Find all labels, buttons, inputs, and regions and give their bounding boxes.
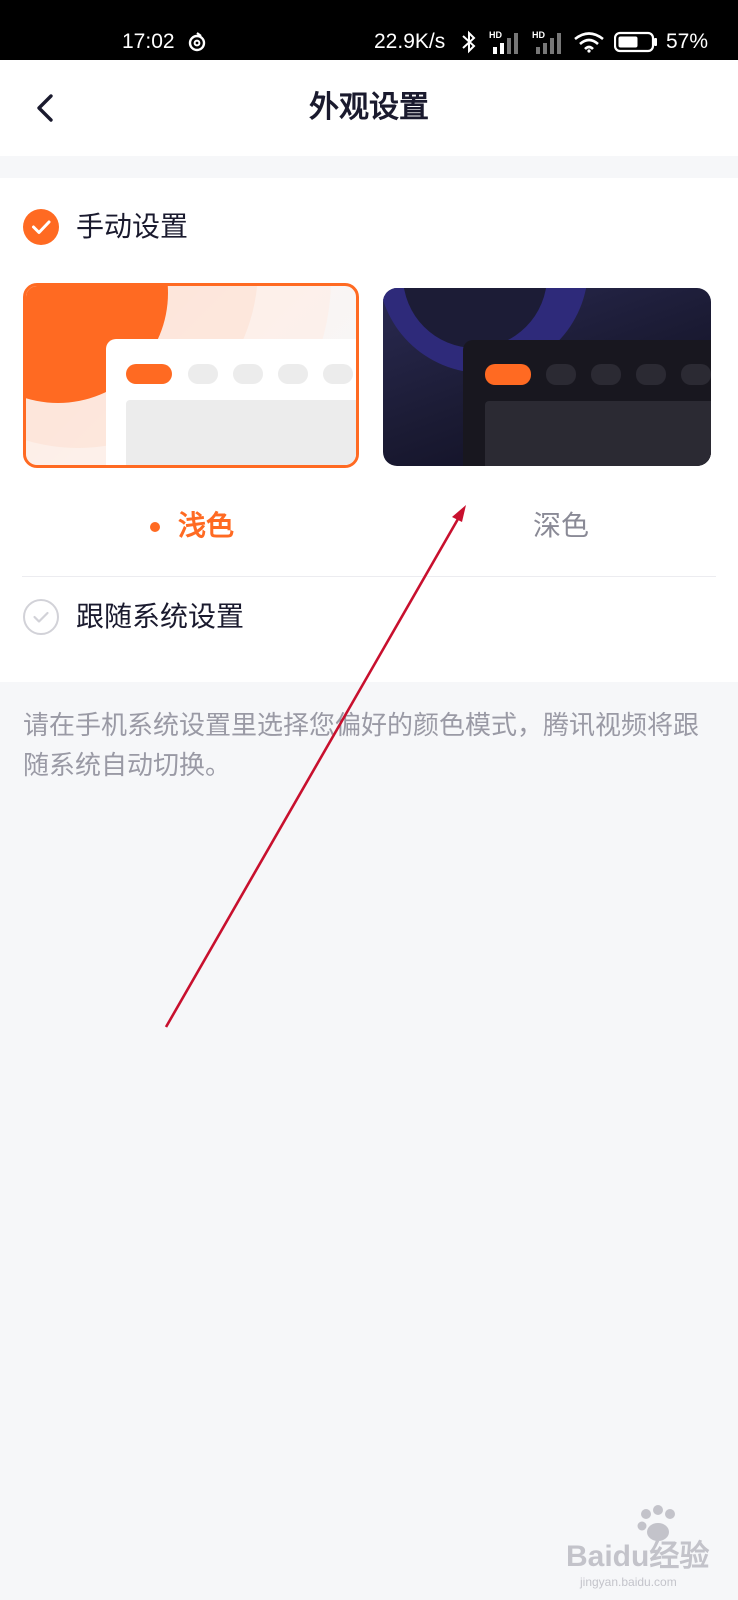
signal-hd-label: HD xyxy=(489,30,502,40)
unchecked-circle-icon xyxy=(23,599,59,635)
status-time: 17:02 xyxy=(122,30,175,53)
battery-icon xyxy=(614,31,657,53)
status-bar: 17:02 22.9K/s HD HD 57% xyxy=(0,0,738,60)
dark-preview-art xyxy=(383,288,711,466)
screen: 17:02 22.9K/s HD HD 57% 外观设置 手动设置 浅色 深色 … xyxy=(0,0,738,1600)
check-circle-icon xyxy=(23,209,59,245)
light-theme-preview[interactable] xyxy=(23,283,359,468)
manual-setting-label: 手动设置 xyxy=(76,210,189,243)
divider xyxy=(22,576,716,577)
wifi-icon xyxy=(574,32,604,53)
nav-header: 外观设置 xyxy=(0,60,738,156)
dark-theme-label[interactable]: 深色 xyxy=(533,508,589,544)
dark-theme-preview[interactable] xyxy=(383,288,711,466)
appearance-card: 手动设置 浅色 深色 跟随系统设置 xyxy=(0,178,738,682)
signal-hd-label: HD xyxy=(532,30,545,40)
section-gap xyxy=(0,156,738,178)
hint-text: 请在手机系统设置里选择您偏好的颜色模式，腾讯视频将跟随系统自动切换。 xyxy=(23,711,700,781)
bluetooth-icon xyxy=(462,30,476,54)
light-preview-art xyxy=(26,286,356,465)
watermark-text: Baidu经验 xyxy=(566,1539,709,1573)
light-theme-label[interactable]: 浅色 xyxy=(178,508,234,544)
page-title: 外观设置 xyxy=(309,90,429,125)
follow-system-label: 跟随系统设置 xyxy=(76,600,245,633)
signal-icon: HD xyxy=(489,30,518,54)
selected-dot xyxy=(150,522,160,532)
battery-percent: 57% xyxy=(666,30,709,53)
baidu-watermark-logo: Baidu经验 jingyan.baidu.com xyxy=(566,1505,709,1589)
chevron-left-icon[interactable] xyxy=(28,90,64,126)
signal-icon: HD xyxy=(532,30,561,54)
network-speed: 22.9K/s xyxy=(374,30,446,53)
watermark-sub: jingyan.baidu.com xyxy=(579,1575,677,1589)
loop-icon xyxy=(188,32,206,52)
